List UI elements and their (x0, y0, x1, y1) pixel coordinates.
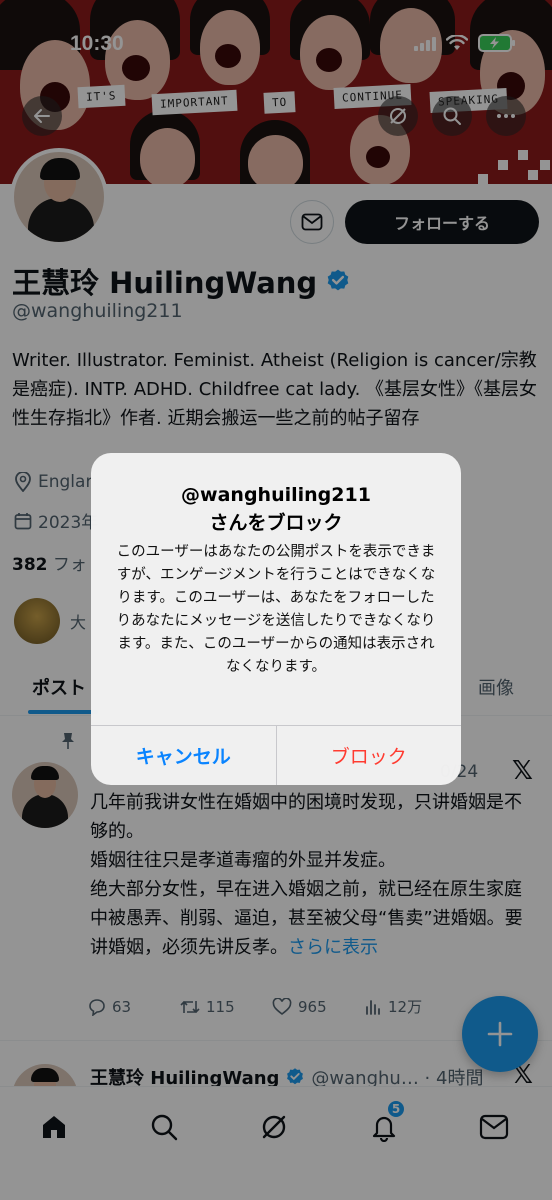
dialog-title-handle: @wanghuiling211 (181, 484, 371, 506)
dialog-actions: キャンセル ブロック (91, 725, 461, 785)
block-confirmation-dialog: @wanghuiling211 さんをブロック このユーザーはあなたの公開ポスト… (91, 453, 461, 785)
cancel-button[interactable]: キャンセル (91, 726, 277, 785)
dialog-message: このユーザーはあなたの公開ポストを表示できますが、エンゲージメントを行うことはで… (116, 544, 436, 675)
dialog-title-action: さんをブロック (209, 512, 343, 534)
dialog-title: @wanghuiling211 さんをブロック (91, 481, 461, 537)
block-button[interactable]: ブロック (277, 726, 462, 785)
